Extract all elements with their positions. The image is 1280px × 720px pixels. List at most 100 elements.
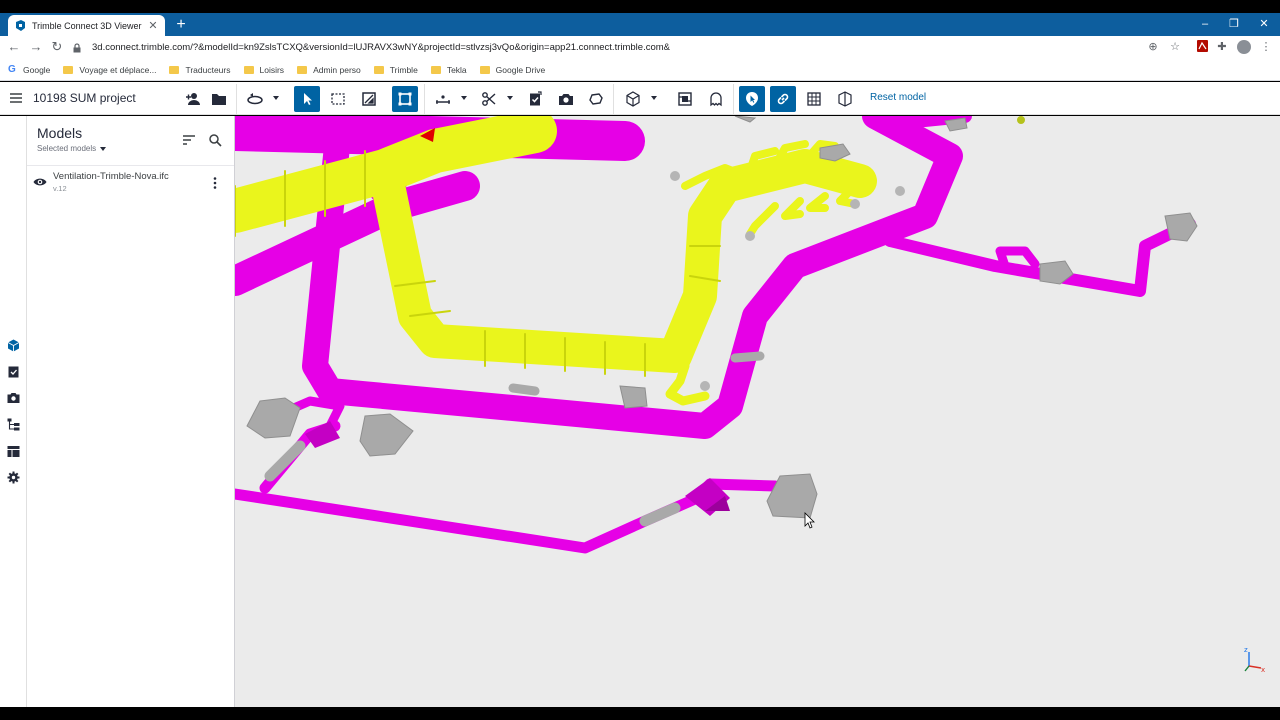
camera-icon [7,393,20,403]
rail-organizer[interactable] [6,417,21,432]
bookmark-folder-google-drive[interactable]: Google Drive [479,65,545,75]
back-arrow-icon[interactable]: ← [6,39,22,55]
visibility-eye-icon[interactable] [33,176,47,188]
letterbox-bottom [0,707,1280,720]
minimize-icon[interactable]: – [1192,16,1218,32]
selected-models-dropdown[interactable]: Selected models [37,144,107,153]
bookmark-google[interactable]: G Google [8,63,51,75]
measure-button[interactable] [430,86,456,112]
toolbar-divider [236,84,237,114]
link-icon [777,93,789,105]
box-select-button[interactable] [325,86,351,112]
url-field[interactable]: 3d.connect.trimble.com/?&modelId=kn9Zsls… [72,38,1170,57]
folder-icon [479,65,490,74]
bookmark-folder-loisirs[interactable]: Loisirs [243,64,285,75]
bookmark-folder-trimble[interactable]: Trimble [373,65,418,75]
select-pointer-button[interactable] [294,86,320,112]
close-icon[interactable]: ✕ [147,19,159,32]
folder-button[interactable] [206,86,232,112]
toolbar-divider [424,84,425,114]
bookmark-label: Tekla [446,64,467,75]
forward-arrow-icon[interactable]: → [28,39,44,55]
add-user-button[interactable] [180,86,206,112]
view-caret-icon[interactable] [650,94,658,102]
viewpoint-icon [678,92,692,106]
bookmark-label: Google [23,64,51,75]
view-cube-button[interactable] [620,86,646,112]
model-name: Ventilation-Trimble-Nova.ifc [53,171,169,182]
rail-settings[interactable] [6,470,21,485]
rail-properties-table[interactable] [6,444,21,459]
more-vertical-icon[interactable] [211,176,219,190]
reload-icon[interactable]: ↻ [49,39,65,55]
object-view-button[interactable] [832,86,858,112]
new-tab-plus-icon[interactable]: + [172,16,190,34]
tree-structure-icon [7,418,20,431]
ghost-button[interactable] [703,86,729,112]
bookmark-label: Traducteurs [185,64,231,75]
model-version: v.12 [53,184,67,193]
selected-models-label: Selected models [37,144,97,153]
bookmark-label: Loisirs [259,64,285,75]
folder-icon [63,65,74,74]
bookmark-folder-tekla[interactable]: Tekla [430,64,467,75]
folder-icon [243,65,254,74]
search-icon[interactable] [208,133,222,147]
bookmark-folder-admin-perso[interactable]: Admin perso [297,65,361,75]
bookmark-label: Admin perso [313,64,361,75]
hamburger-menu-icon[interactable] [9,91,23,105]
box-select-icon [331,93,345,105]
fit-to-view-button[interactable] [392,86,418,112]
pdf-extension-icon[interactable] [1195,40,1209,54]
left-icon-rail [0,116,27,707]
measure-icon [436,95,450,104]
todo-button[interactable] [522,86,548,112]
profile-avatar[interactable] [1237,40,1251,54]
reset-model-button[interactable]: Reset model [870,92,926,103]
bookmark-folder-traducteurs[interactable]: Traducteurs [169,64,231,75]
grid-button[interactable] [801,86,827,112]
measure-caret-icon[interactable] [460,94,468,102]
clip-caret-icon[interactable] [506,94,514,102]
restore-icon[interactable]: ❐ [1221,16,1247,32]
rail-views[interactable] [6,390,21,405]
browser-menu-icon[interactable]: ⋮ [1259,40,1273,54]
lock-icon [73,42,81,52]
ghost-icon [710,92,722,107]
browser-tab-strip: Trimble Connect 3D Viewer ✕ + – ❐ ✕ [0,13,1280,36]
3d-viewport[interactable]: z x [235,116,1280,707]
shield-pointer-icon [746,92,758,106]
toolbar-divider [733,84,734,114]
cube-outline-icon [838,91,852,107]
markup-button[interactable] [583,86,609,112]
axis-gizmo-icon: z x [1244,646,1265,674]
google-icon: G [8,63,16,75]
snapshot-button[interactable] [553,86,579,112]
clipboard-icon [8,366,19,378]
tab-title: Trimble Connect 3D Viewer [32,20,142,31]
cloud-markup-icon [589,93,603,105]
url-text: 3d.connect.trimble.com/?&modelId=kn9Zsls… [92,42,670,53]
clipboard-check-icon [530,91,542,106]
model-list-item[interactable]: Ventilation-Trimble-Nova.ifc v.12 [27,168,234,198]
fit-frame-icon [398,92,412,106]
bookmark-star-icon[interactable]: ☆ [1168,40,1182,54]
viewpoint-button[interactable] [672,86,698,112]
orbit-caret-icon[interactable] [272,94,280,102]
orbit-button[interactable] [242,86,268,112]
panel-title: Models [37,125,83,141]
browser-tab[interactable]: Trimble Connect 3D Viewer ✕ [8,15,165,36]
location-target-icon[interactable]: ⊕ [1146,40,1160,54]
section-box-button[interactable] [356,86,382,112]
duct-network-scene[interactable] [235,116,1280,707]
link-button[interactable] [770,86,796,112]
bookmark-folder-voyage[interactable]: Voyage et déplace... [63,65,156,75]
window-close-icon[interactable]: ✕ [1251,16,1277,32]
project-title[interactable]: 10198 SUM project [33,91,136,105]
smart-select-button[interactable] [739,86,765,112]
rail-models[interactable] [6,338,21,353]
clip-button[interactable] [476,86,502,112]
extensions-puzzle-icon[interactable]: ✚ [1215,40,1229,54]
rail-todos[interactable] [6,364,21,379]
sort-icon[interactable] [182,133,196,147]
